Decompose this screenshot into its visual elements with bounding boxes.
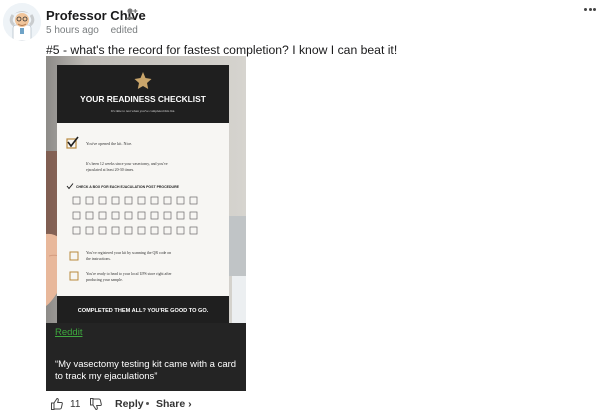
more-options-icon[interactable]: [584, 8, 596, 11]
image-caption: Reddit “My vasectomy testing kit came wi…: [46, 323, 246, 391]
edited-label: edited: [110, 25, 138, 36]
like-count: 11: [70, 398, 81, 410]
card-title: YOUR READINESS CHECKLIST: [80, 94, 207, 104]
comment-meta: 5 hours ago edited: [46, 25, 147, 36]
separator-dot: [146, 402, 149, 405]
comment-body: #5 - what's the record for fastest compl…: [46, 43, 398, 57]
add-friend-icon[interactable]: [124, 7, 138, 21]
reply-label: Reply: [115, 398, 144, 410]
thumbs-up-icon: [51, 397, 63, 410]
card-grid-header: CHECK A BOX FOR EACH EJACULATION POST PR…: [76, 185, 180, 189]
dislike-button[interactable]: [89, 396, 103, 412]
timestamp: 5 hours ago: [46, 25, 99, 36]
thumbs-down-icon: [90, 398, 102, 411]
card-subtitle: It's time to test when you've completed …: [111, 109, 176, 113]
avatar[interactable]: [3, 3, 41, 41]
card-item-1: You've opened the kit. Nice.: [86, 141, 132, 146]
attached-photo[interactable]: YOUR READINESS CHECKLIST It's time to te…: [46, 56, 246, 323]
comment-actions: 11 Reply Share ›: [46, 396, 346, 412]
card-footer: COMPLETED THEM ALL? YOU'RE GOOD TO GO.: [78, 308, 209, 314]
share-button[interactable]: Share ›: [156, 396, 192, 412]
caption-text: “My vasectomy testing kit came with a ca…: [55, 359, 237, 382]
source-link[interactable]: Reddit: [55, 327, 82, 338]
reply-button[interactable]: Reply: [115, 396, 144, 412]
share-label: Share ›: [156, 398, 192, 410]
avatar-illustration: [3, 3, 41, 41]
like-button[interactable]: 11: [50, 396, 80, 412]
checklist-card-photo: YOUR READINESS CHECKLIST It's time to te…: [46, 56, 246, 323]
